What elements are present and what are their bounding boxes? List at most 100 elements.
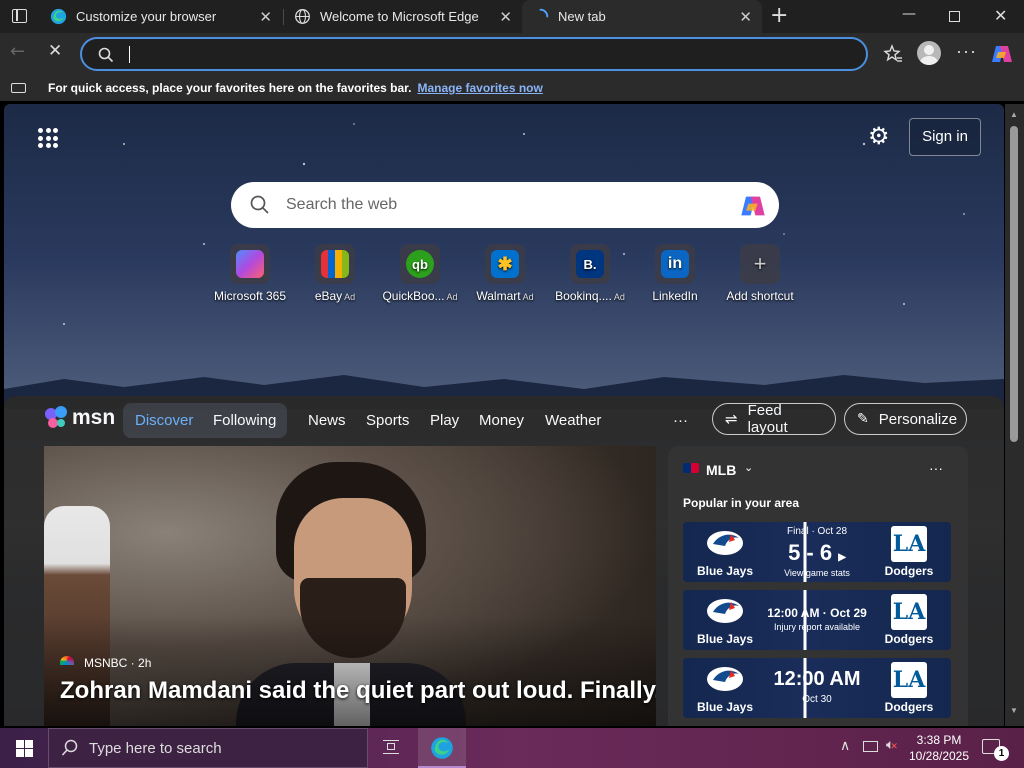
edge-icon: [50, 8, 67, 25]
mlb-title[interactable]: MLB: [706, 462, 736, 478]
navigation-toolbar: ← ✕ ···: [0, 33, 1024, 75]
feed-layout-button[interactable]: ⇌ Feed layout: [712, 402, 836, 436]
personalize-button[interactable]: ✎ Personalize: [844, 403, 967, 435]
tab-welcome[interactable]: Welcome to Microsoft Edge ✕: [284, 0, 522, 33]
shortcut-label: Bookinq....: [555, 289, 612, 303]
shortcut-walmart[interactable]: ✱ Walmart Ad: [460, 244, 550, 303]
away-team: Dodgers: [884, 564, 934, 578]
address-bar[interactable]: [80, 37, 868, 71]
tab-title: Customize your browser: [76, 9, 217, 24]
msnbc-peacock-icon: [60, 656, 74, 665]
game-time: 12:00 AM: [773, 668, 861, 690]
booking-icon: B.: [576, 250, 604, 278]
scrollbar-thumb[interactable]: [1010, 126, 1018, 442]
close-tab-icon[interactable]: ✕: [739, 8, 752, 26]
shortcut-booking[interactable]: B. Bookinq.... Ad: [545, 244, 635, 303]
linkedin-icon: in: [661, 250, 689, 278]
clock-time: 3:38 PM: [916, 733, 962, 747]
task-view-icon[interactable]: [383, 740, 399, 754]
sign-in-button[interactable]: Sign in: [909, 118, 981, 156]
shortcut-label: Microsoft 365: [213, 289, 287, 303]
web-search-box[interactable]: Search the web: [231, 182, 779, 228]
close-window-icon[interactable]: ✕: [994, 6, 1007, 25]
new-tab-page: ⚙ Sign in Search the web Microsoft 365 e…: [4, 104, 1004, 726]
hero-source: MSNBC · 2h: [84, 656, 152, 670]
nav-play[interactable]: Play: [430, 412, 459, 429]
network-icon[interactable]: [863, 741, 878, 752]
mlb-scores-card: MLB ⌄ ··· Popular in your area Blue Jays…: [668, 446, 968, 726]
home-team: Blue Jays: [696, 632, 754, 646]
nav-news[interactable]: News: [308, 412, 346, 429]
scroll-down-arrow-icon[interactable]: ▼: [1010, 706, 1018, 715]
globe-icon: [295, 9, 310, 24]
game-link[interactable]: View game stats: [763, 568, 871, 578]
taskbar-search-box[interactable]: Type here to search: [48, 728, 368, 768]
mlb-more-button[interactable]: ···: [929, 460, 943, 476]
game-card[interactable]: Blue Jays 12:00 AM Oct 30 LA Dodgers: [683, 658, 951, 718]
blue-jays-logo: [705, 594, 745, 628]
close-tab-icon[interactable]: ✕: [499, 8, 512, 26]
mlb-subtitle: Popular in your area: [683, 496, 800, 510]
restore-icon[interactable]: [949, 11, 960, 22]
nav-weather[interactable]: Weather: [545, 412, 601, 429]
ad-label: Ad: [344, 292, 356, 302]
clock[interactable]: 3:38 PM 10/28/2025: [904, 732, 974, 764]
copilot-icon[interactable]: [739, 192, 767, 220]
hero-story-card[interactable]: MSNBC · 2h Zohran Mamdani said the quiet…: [44, 446, 656, 726]
shortcut-add[interactable]: + Add shortcut: [715, 244, 805, 303]
shortcut-linkedin[interactable]: in LinkedIn: [630, 244, 720, 303]
game-card[interactable]: Blue Jays 12:00 AM · Oct 29 Injury repor…: [683, 590, 951, 650]
tab-following[interactable]: Following: [213, 412, 276, 429]
nav-more-button[interactable]: ···: [673, 412, 688, 429]
nav-money[interactable]: Money: [479, 412, 524, 429]
search-icon: [250, 195, 269, 214]
msn-butterfly-icon: [45, 406, 67, 428]
hero-gradient-overlay: [44, 616, 656, 726]
copilot-icon[interactable]: [990, 42, 1014, 66]
shortcut-quickbooks[interactable]: qb QuickBoo... Ad: [375, 244, 465, 303]
address-input[interactable]: [126, 44, 826, 64]
chevron-down-icon[interactable]: ⌄: [744, 461, 753, 474]
personalize-label: Personalize: [878, 410, 958, 428]
tab-new-tab[interactable]: New tab ✕: [522, 0, 762, 33]
shortcut-label: Walmart: [476, 289, 521, 303]
search-icon: [61, 739, 78, 756]
page-scrollbar[interactable]: ▲ ▼: [1005, 104, 1024, 726]
new-tab-plus-icon[interactable]: +: [770, 3, 788, 28]
minimize-icon[interactable]: —: [902, 6, 916, 22]
search-icon: [98, 47, 114, 63]
mlb-logo-icon: [683, 463, 699, 473]
hero-headline[interactable]: Zohran Mamdani said the quiet part out l…: [60, 677, 656, 705]
blue-jays-logo: [705, 526, 745, 560]
away-team: Dodgers: [884, 700, 934, 714]
profile-avatar[interactable]: [917, 41, 941, 65]
shortcut-microsoft-365[interactable]: Microsoft 365: [205, 244, 295, 303]
shortcut-ebay[interactable]: eBay Ad: [290, 244, 380, 303]
favorites-star-icon[interactable]: [883, 44, 903, 64]
game-card[interactable]: Blue Jays Final · Oct 28 5 - 6 ▶ View ga…: [683, 522, 951, 582]
tab-discover[interactable]: Discover: [135, 412, 193, 429]
scroll-up-arrow-icon[interactable]: ▲: [1010, 110, 1018, 119]
dodgers-logo: LA: [891, 662, 927, 698]
page-settings-gear-icon[interactable]: ⚙: [868, 122, 890, 150]
tab-actions-icon[interactable]: [12, 9, 27, 23]
taskbar-search-placeholder: Type here to search: [89, 739, 222, 757]
settings-more-icon[interactable]: ···: [956, 41, 977, 62]
windows-start-icon[interactable]: [16, 740, 33, 757]
taskbar-edge-button[interactable]: [418, 728, 466, 768]
tab-customize[interactable]: Customize your browser ✕: [40, 0, 282, 33]
back-arrow-icon[interactable]: ←: [10, 41, 25, 62]
shortcut-label: eBay: [314, 289, 343, 303]
stop-loading-icon[interactable]: ✕: [48, 41, 62, 61]
sliders-icon: ⇌: [725, 410, 738, 428]
manage-favorites-link[interactable]: Manage favorites now: [417, 81, 542, 95]
game-score: 5 - 6 ▶: [788, 540, 846, 565]
show-hidden-icons-chevron-icon[interactable]: ∧: [840, 738, 850, 754]
nav-sports[interactable]: Sports: [366, 412, 409, 429]
apps-grid-icon[interactable]: [38, 128, 58, 148]
shortcut-label: Add shortcut: [726, 289, 794, 303]
close-tab-icon[interactable]: ✕: [259, 8, 272, 26]
volume-muted-icon[interactable]: 🔈︎✕: [886, 737, 898, 753]
game-status: 12:00 AM · Oct 29: [767, 606, 867, 620]
game-note[interactable]: Injury report available: [763, 622, 871, 632]
